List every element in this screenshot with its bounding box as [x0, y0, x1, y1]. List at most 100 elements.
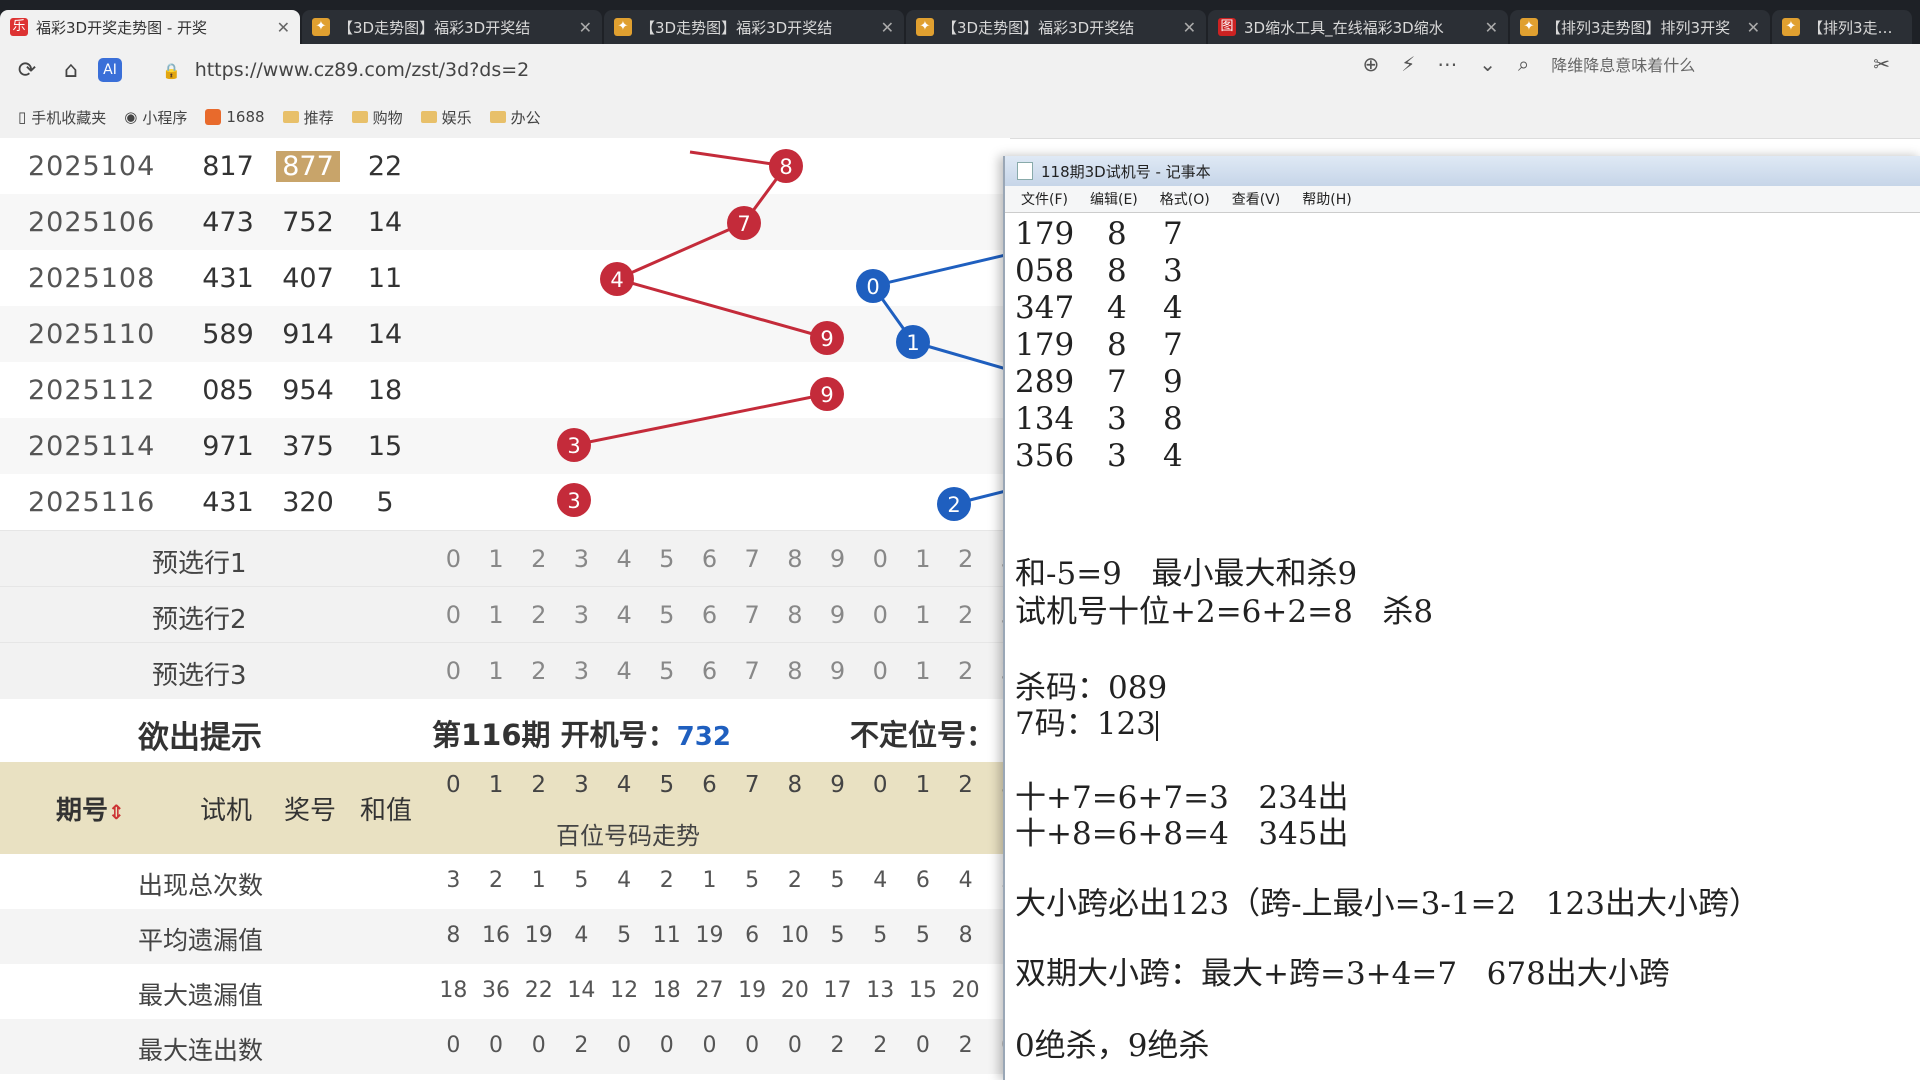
menu-file[interactable]: 文件(F): [1021, 189, 1068, 209]
sum-cell: 18: [367, 374, 403, 406]
table-row: 2025106 473 752 14: [0, 194, 1010, 250]
site-icon: ✦: [1520, 18, 1538, 36]
reload-icon[interactable]: ⟳: [10, 53, 44, 87]
text-line: 134 3 8: [1015, 401, 1183, 437]
tab-7[interactable]: ✦ 【排列3走势图】排列3开: [1772, 10, 1912, 44]
bookmark-folder-recommend[interactable]: 推荐: [282, 107, 334, 128]
text-line: 289 7 9: [1015, 364, 1183, 400]
period-cell: 2025116: [28, 486, 156, 518]
text-line: 7码：123: [1015, 706, 1158, 742]
draw-cell: 407: [282, 262, 334, 294]
undetermined-label: 不定位号：: [850, 718, 996, 752]
text-line: 179 8 7: [1015, 327, 1183, 363]
stats-row-total: 出现总次数 32154215254642: [138, 868, 1010, 900]
test-cell: 431: [202, 262, 254, 294]
url-text: https://www.cz89.com/zst/3d?ds=2: [194, 59, 530, 81]
menu-format[interactable]: 格式(O): [1160, 189, 1210, 209]
period-cell: 2025110: [28, 318, 156, 350]
tab-6[interactable]: ✦ 【排列3走势图】排列3开奖 ✕: [1510, 10, 1770, 44]
trend-page: 2025104 817 877 22 2025106 473 752 14 20…: [0, 138, 1010, 1080]
url-field[interactable]: 🔒 https://www.cz89.com/zst/3d?ds=2: [162, 59, 1062, 81]
bookmark-mobile[interactable]: ▯ 手机收藏夹: [18, 107, 106, 128]
draw-cell: 375: [282, 430, 334, 462]
stats-row-max-consecutive: 最大连出数 00020000022020: [0, 1019, 1010, 1074]
close-icon[interactable]: ✕: [881, 18, 894, 37]
tab-title: 【3D走势图】福彩3D开奖结: [942, 18, 1135, 37]
period-header[interactable]: 期号⇕: [56, 790, 125, 827]
tab-title: 【3D走势图】福彩3D开奖结: [640, 18, 833, 37]
site-icon: ✦: [1782, 18, 1800, 36]
menu-edit[interactable]: 编辑(E): [1090, 189, 1138, 209]
sort-arrows-icon[interactable]: ⇕: [108, 800, 125, 824]
test-cell: 589: [202, 318, 254, 350]
test-cell: 817: [202, 150, 254, 182]
close-icon[interactable]: ✕: [1183, 18, 1196, 37]
text-line: 试机号十位+2=6+2=8 杀8: [1015, 594, 1434, 630]
text-line: 双期大小跨：最大+跨=3+4=7 678出大小跨: [1015, 956, 1670, 992]
sum-cell: 11: [367, 262, 403, 294]
ai-icon[interactable]: AI: [98, 58, 122, 82]
close-icon[interactable]: ✕: [277, 18, 290, 37]
period-cell: 2025112: [28, 374, 156, 406]
scissors-icon[interactable]: ✂: [1873, 52, 1890, 76]
table-row: 2025104 817 877 22: [0, 138, 1010, 194]
stats-row-max-omission: 最大遗漏值 183622141218271920171315201: [138, 978, 1010, 1010]
table-header: 期号⇕ 试机 奖号 和值 01234567890123 百位号码走势: [0, 762, 1010, 854]
preselect-label: 预选行1: [152, 549, 247, 579]
bookmark-folder-shopping[interactable]: 购物: [351, 107, 403, 128]
sum-cell: 5: [376, 486, 394, 518]
zoom-icon[interactable]: ⊕: [1362, 52, 1379, 76]
close-icon[interactable]: ✕: [1747, 18, 1760, 37]
menu-help[interactable]: 帮助(H): [1302, 189, 1351, 209]
text-line: 179 8 7: [1015, 216, 1183, 252]
search-icon: ⌕: [1518, 52, 1530, 76]
bookmark-folder-entertainment[interactable]: 娱乐: [420, 107, 472, 128]
preselect-label: 预选行2: [152, 605, 247, 635]
lightning-icon[interactable]: ⚡: [1401, 52, 1415, 76]
hint-row: 欲出提示 第116期 开机号：732 不定位号：: [0, 700, 1010, 762]
folder-icon: [282, 111, 299, 123]
tab-title: 【3D走势图】福彩3D开奖结: [338, 18, 531, 37]
bookmark-miniapp[interactable]: ◉ 小程序: [124, 107, 187, 128]
site-icon: ✦: [916, 18, 934, 36]
tab-3[interactable]: ✦ 【3D走势图】福彩3D开奖结 ✕: [604, 10, 904, 44]
close-icon[interactable]: ✕: [1485, 18, 1498, 37]
table-row: 2025110 589 914 14: [0, 306, 1010, 362]
bookmark-1688[interactable]: 1688: [205, 108, 265, 126]
period-cell: 2025108: [28, 262, 156, 294]
tab-title: 3D缩水工具_在线福彩3D缩水: [1244, 18, 1444, 37]
preselect-row-3: 预选行3 01234567890123: [0, 642, 1010, 699]
toolbar-right: ⊕ ⚡ ⋯ ⌄ ⌕ 降维降息意味着什么 ✂: [1362, 52, 1890, 76]
tab-2[interactable]: ✦ 【3D走势图】福彩3D开奖结 ✕: [302, 10, 602, 44]
tab-title: 福彩3D开奖走势图 - 开奖: [36, 18, 208, 37]
chevron-down-icon[interactable]: ⌄: [1479, 52, 1496, 76]
close-icon[interactable]: ✕: [579, 18, 592, 37]
machine-number-text: 第116期 开机号：732: [432, 718, 731, 752]
menu-view[interactable]: 查看(V): [1232, 189, 1281, 209]
tab-1[interactable]: 乐 福彩3D开奖走势图 - 开奖 ✕: [0, 10, 300, 44]
notepad-titlebar[interactable]: 118期3D试机号 - 记事本: [1005, 156, 1920, 186]
folder-icon: [351, 111, 368, 123]
text-line: 058 8 3: [1015, 253, 1183, 289]
table-row: 2025116 431 320 5: [0, 474, 1010, 530]
more-icon[interactable]: ⋯: [1437, 52, 1457, 76]
1688-icon: [205, 109, 222, 125]
preselect-digits[interactable]: 01234567890123: [432, 657, 1010, 685]
search-input[interactable]: 降维降息意味着什么: [1551, 52, 1851, 76]
bookmark-folder-office[interactable]: 办公: [489, 107, 541, 128]
sum-cell: 14: [367, 206, 403, 238]
text-line: 347 4 4: [1015, 290, 1183, 326]
tab-title: 【排列3走势图】排列3开奖: [1546, 18, 1731, 37]
notepad-window: 118期3D试机号 - 记事本 文件(F) 编辑(E) 格式(O) 查看(V) …: [1003, 156, 1920, 1080]
table-row: 2025114 971 375 15: [0, 418, 1010, 474]
tab-4[interactable]: ✦ 【3D走势图】福彩3D开奖结 ✕: [906, 10, 1206, 44]
period-cell: 2025106: [28, 206, 156, 238]
notepad-icon: [1017, 162, 1033, 180]
preselect-digits[interactable]: 01234567890123: [432, 601, 1010, 629]
tab-5[interactable]: 图 3D缩水工具_在线福彩3D缩水 ✕: [1208, 10, 1508, 44]
period-cell: 2025114: [28, 430, 156, 462]
test-cell: 431: [202, 486, 254, 518]
draw-cell: 914: [282, 318, 334, 350]
home-icon[interactable]: ⌂: [54, 53, 88, 87]
preselect-digits[interactable]: 01234567890123: [432, 545, 1010, 573]
